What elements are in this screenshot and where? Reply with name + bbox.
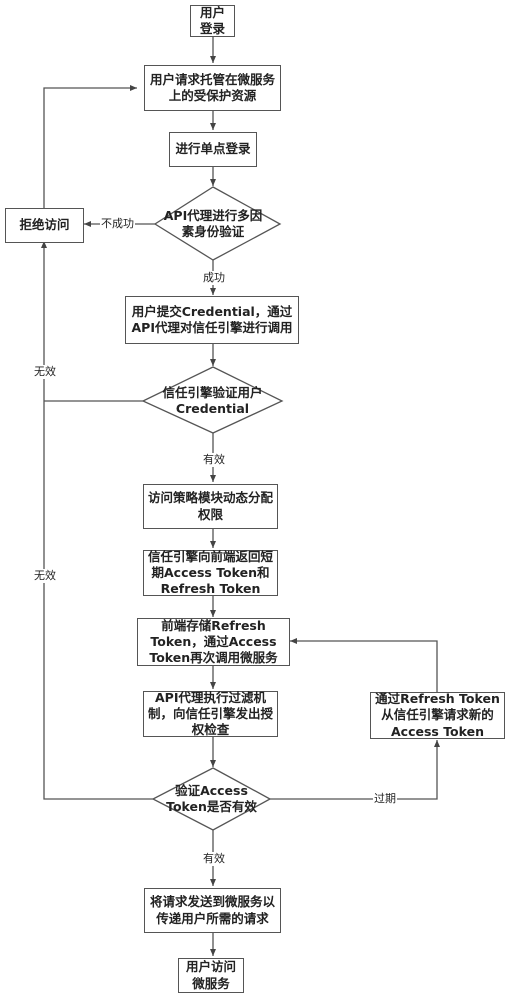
label-token-invalid: 无效 (33, 569, 57, 583)
node-refresh-access-token: 通过Refresh Token 从信任引擎请求新的 Access Token (370, 691, 505, 739)
label-token-expired: 过期 (373, 792, 397, 806)
decision-token-shape (151, 767, 272, 831)
edge-token-expired (270, 740, 440, 800)
decision-mfa-shape (153, 186, 282, 261)
node-submit-credential: 用户提交Credential，通过 API代理对信任引擎进行调用 (125, 296, 299, 344)
label-credential-invalid: 无效 (33, 365, 57, 379)
node-user-access-service: 用户访问 微服务 (178, 958, 244, 993)
node-api-filter: API代理执行过滤机 制，向信任引擎发出授 权检查 (143, 690, 278, 737)
label-token-valid: 有效 (202, 852, 226, 866)
node-single-sign-on: 进行单点登录 (169, 132, 257, 167)
node-deny-access: 拒绝访问 (5, 208, 84, 243)
label-mfa-fail: 不成功 (100, 217, 135, 231)
edge-refresh-store (290, 638, 438, 692)
node-issue-tokens: 信任引擎向前端返回短 期Access Token和 Refresh Token (143, 549, 278, 596)
node-request-resource: 用户请求托管在微服务 上的受保护资源 (144, 65, 281, 111)
node-store-refresh-token: 前端存储Refresh Token，通过Access Token再次调用微服务 (137, 618, 290, 666)
edge-deny-request (43, 85, 137, 208)
node-forward-request: 将请求发送到微服务以 传递用户所需的请求 (144, 888, 281, 933)
node-access-policy: 访问策略模块动态分配 权限 (143, 484, 278, 529)
decision-credential-shape (141, 366, 284, 434)
node-user-login: 用户 登录 (190, 5, 235, 37)
label-credential-valid: 有效 (202, 453, 226, 467)
label-mfa-success: 成功 (202, 271, 226, 285)
